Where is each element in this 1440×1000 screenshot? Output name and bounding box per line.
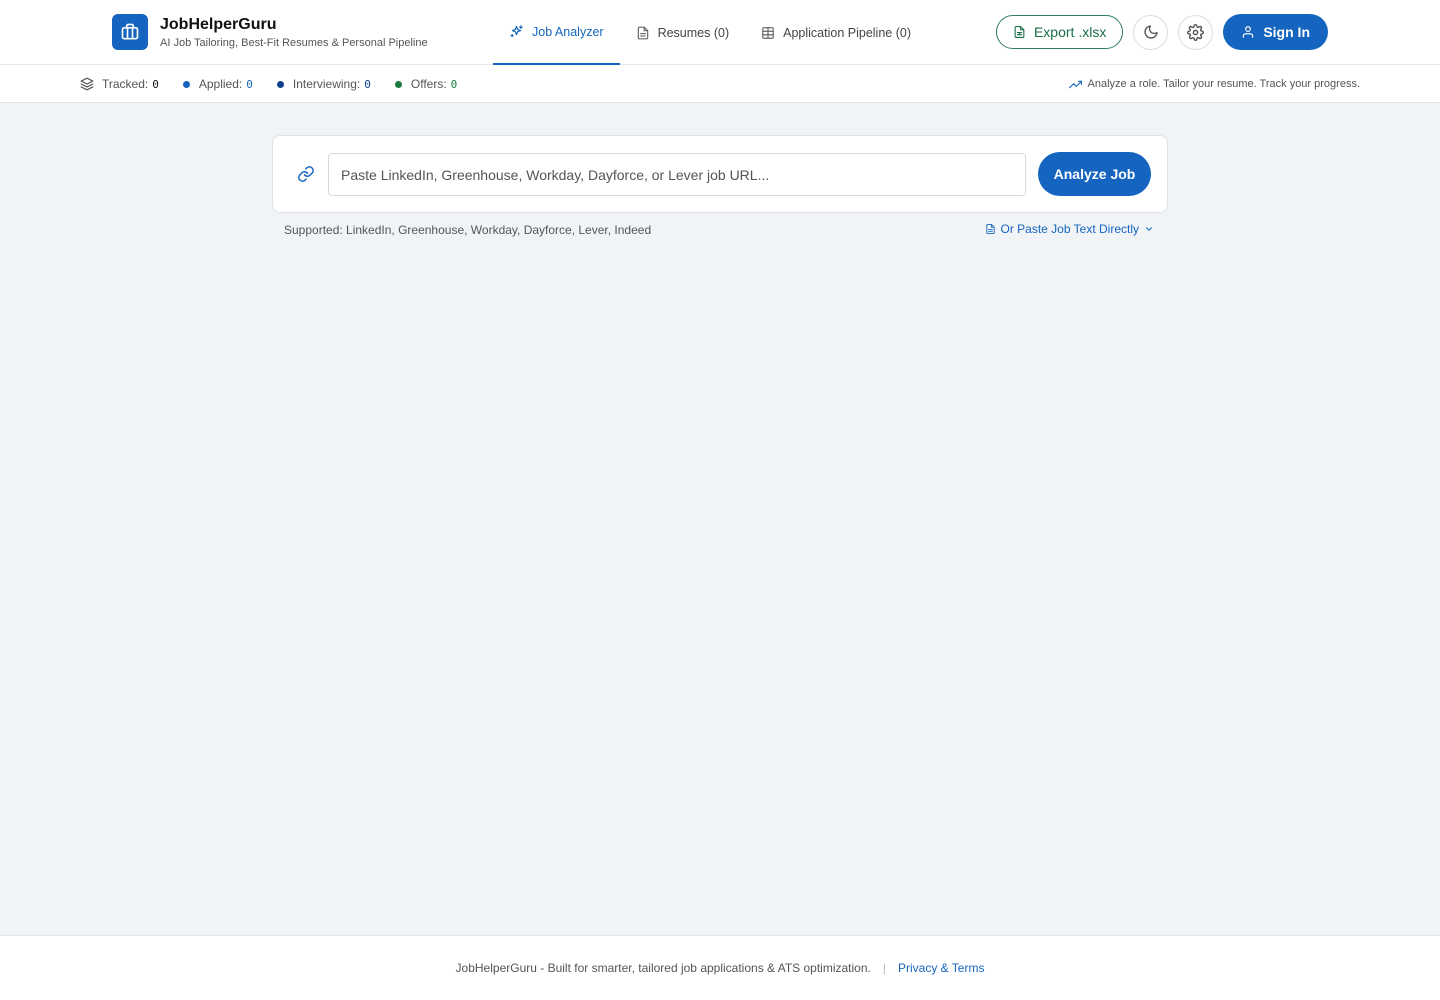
tab-resumes[interactable]: Resumes (0): [620, 0, 746, 65]
status-dot: [394, 80, 402, 88]
stat-tracked: Tracked: 0: [80, 77, 159, 91]
chevron-down-icon: [1145, 227, 1153, 231]
stat-label: Offers:: [410, 77, 447, 91]
stat-value: 0: [450, 77, 458, 91]
stats-bar: Tracked: 0 Applied: 0 Interviewing: 0 Of…: [0, 65, 1440, 103]
stat-interviewing: Interviewing: 0: [276, 77, 371, 91]
sparkles-icon: [510, 25, 523, 38]
spreadsheet-icon: [1014, 26, 1025, 38]
progress-tagline: Analyze a role. Tailor your resume. Trac…: [1068, 65, 1360, 103]
job-url-input[interactable]: [328, 153, 1026, 196]
link-icon: [298, 166, 314, 182]
brand[interactable]: JobHelperGuru AI Job Tailoring, Best-Fit…: [112, 14, 428, 50]
sign-in-button[interactable]: Sign In: [1223, 14, 1328, 50]
supported-sites-text: Supported: LinkedIn, Greenhouse, Workday…: [284, 223, 652, 237]
settings-button[interactable]: [1178, 14, 1214, 50]
stat-applied: Applied: 0: [182, 77, 253, 91]
brand-name: JobHelperGuru: [160, 16, 277, 33]
export-xlsx-button[interactable]: Export .xlsx: [995, 15, 1124, 49]
briefcase-icon: [112, 14, 148, 50]
stat-offers: Offers: 0: [394, 77, 458, 91]
gear-icon: [1187, 23, 1205, 41]
moon-icon: [1144, 25, 1158, 39]
layers-icon: [80, 77, 94, 91]
theme-toggle-button[interactable]: [1133, 14, 1169, 50]
status-dot: [182, 80, 190, 88]
app-header: JobHelperGuru AI Job Tailoring, Best-Fit…: [0, 0, 1440, 65]
stat-label: Applied:: [198, 77, 243, 91]
sign-in-label: Sign In: [1263, 24, 1310, 40]
export-label: Export .xlsx: [1033, 24, 1107, 40]
brand-tagline: AI Job Tailoring, Best-Fit Resumes & Per…: [160, 37, 428, 49]
app-footer: JobHelperGuru - Built for smarter, tailo…: [0, 935, 1440, 1000]
main-tabs: Job Analyzer Resumes (0) Application Pip…: [493, 0, 927, 65]
header-actions: Export .xlsx Sign In: [995, 14, 1328, 50]
tab-job-analyzer[interactable]: Job Analyzer: [493, 0, 620, 65]
tab-application-pipeline[interactable]: Application Pipeline (0): [745, 0, 927, 65]
stat-value: 0: [246, 77, 253, 91]
stat-value: 0: [152, 77, 159, 91]
stat-label: Tracked:: [102, 77, 149, 91]
document-icon: [985, 223, 995, 235]
paste-label: Or Paste Job Text Directly: [1000, 222, 1140, 236]
table-icon: [762, 26, 774, 39]
footer-separator: |: [882, 961, 886, 975]
document-icon: [637, 26, 648, 39]
tab-label: Application Pipeline (0): [783, 25, 911, 40]
analyze-job-button[interactable]: Analyze Job: [1038, 152, 1151, 196]
user-icon: [1243, 26, 1254, 38]
stat-label: Interviewing:: [292, 77, 361, 91]
trending-up-icon: [1068, 80, 1082, 88]
paste-job-text-toggle[interactable]: Or Paste Job Text Directly: [985, 222, 1155, 236]
footer-text: JobHelperGuru - Built for smarter, tailo…: [455, 961, 871, 975]
pipeline-stats: Tracked: 0 Applied: 0 Interviewing: 0 Of…: [80, 65, 481, 103]
tab-label: Job Analyzer: [532, 24, 604, 39]
status-dot: [276, 80, 284, 88]
privacy-terms-link[interactable]: Privacy & Terms: [898, 961, 984, 975]
tagline-text: Analyze a role. Tailor your resume. Trac…: [1087, 78, 1360, 90]
tab-label: Resumes (0): [657, 25, 730, 40]
stat-value: 0: [364, 77, 371, 91]
url-search-card: Analyze Job: [272, 135, 1168, 213]
